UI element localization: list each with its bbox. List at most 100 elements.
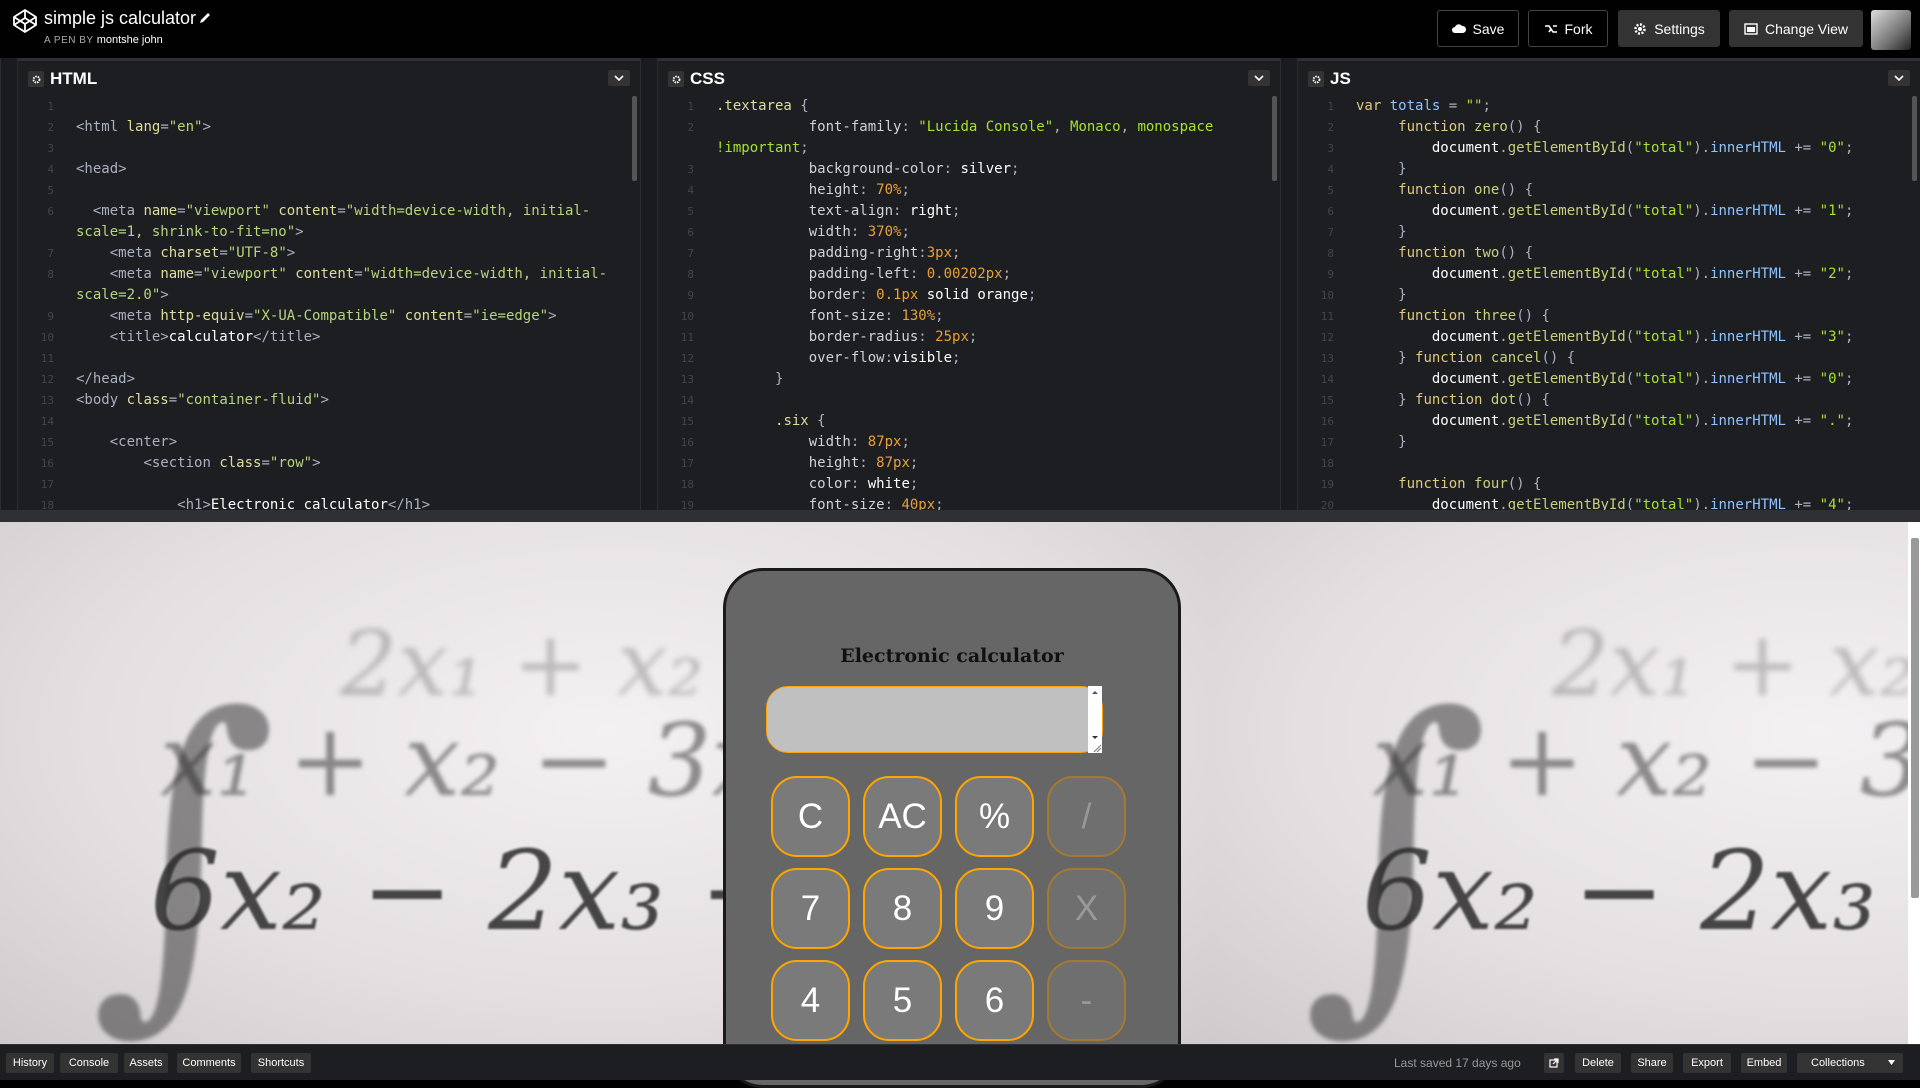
js-code-line[interactable]: 12 document.getElementById("total").inne… [1298, 327, 1920, 348]
code-text[interactable]: function zero() { [1356, 117, 1541, 138]
code-text[interactable]: <title>calculator</title> [76, 327, 321, 348]
css-code-line[interactable]: 12 over-flow:visible; [658, 348, 1280, 369]
css-code-line[interactable]: 14 [658, 390, 1280, 411]
code-text[interactable]: <head> [76, 159, 127, 180]
css-code-line[interactable]: 18 color: white; [658, 474, 1280, 495]
css-settings-icon[interactable] [668, 71, 684, 87]
code-text[interactable]: } [1356, 222, 1406, 243]
js-code-line[interactable]: 5 function one() { [1298, 180, 1920, 201]
delete-button[interactable]: Delete [1575, 1053, 1621, 1073]
html-code-line[interactable]: 7 <meta charset="UTF-8"> [18, 243, 640, 264]
html-code-line[interactable]: 9 <meta http-equiv="X-UA-Compatible" con… [18, 306, 640, 327]
code-text[interactable]: <body class="container-fluid"> [76, 390, 329, 411]
fork-button[interactable]: Fork [1528, 10, 1608, 47]
code-text[interactable]: font-family: "Lucida Console", Monaco, m… [716, 117, 1214, 138]
code-text[interactable]: width: 370%; [716, 222, 910, 243]
js-code-line[interactable]: 20 document.getElementById("total").inne… [1298, 495, 1920, 510]
author-link[interactable]: montshe john [97, 34, 163, 46]
html-code-line[interactable]: 5 [18, 180, 640, 201]
js-code-line[interactable]: 7 } [1298, 222, 1920, 243]
preview-scrollbar-thumb[interactable] [1911, 538, 1919, 898]
html-collapse-chevron-icon[interactable] [608, 70, 630, 86]
code-text[interactable]: <meta name="viewport" content="width=dev… [76, 264, 607, 285]
code-text[interactable]: document.getElementById("total").innerHT… [1356, 327, 1854, 348]
code-text[interactable]: border: 0.1px solid orange; [716, 285, 1037, 306]
html-code-line[interactable]: 4 <head> [18, 159, 640, 180]
preview-scrollbar[interactable] [1908, 522, 1920, 1044]
code-text[interactable]: border-radius: 25px; [716, 327, 978, 348]
html-code-line[interactable]: scale=1, shrink-to-fit=no"> [18, 222, 640, 243]
code-text[interactable]: .six { [716, 411, 826, 432]
html-code-line[interactable]: 13 <body class="container-fluid"> [18, 390, 640, 411]
js-code-line[interactable]: 17 } [1298, 432, 1920, 453]
html-settings-icon[interactable] [28, 71, 44, 87]
open-external-icon[interactable] [1544, 1053, 1564, 1073]
editor-resizer-html-css[interactable] [640, 58, 658, 510]
js-code-line[interactable]: 16 document.getElementById("total").inne… [1298, 411, 1920, 432]
code-text[interactable]: height: 87px; [716, 453, 919, 474]
code-text[interactable]: font-size: 40px; [716, 495, 944, 510]
html-code-line[interactable]: 14 [18, 411, 640, 432]
css-code-line[interactable]: 2 font-family: "Lucida Console", Monaco,… [658, 117, 1280, 138]
save-button[interactable]: Save [1437, 10, 1519, 47]
digit-5-button[interactable]: 5 [863, 960, 942, 1041]
js-code-line[interactable]: 15 } function dot() { [1298, 390, 1920, 411]
css-code-line[interactable]: 19 font-size: 40px; [658, 495, 1280, 510]
code-text[interactable]: <html lang="en"> [76, 117, 211, 138]
css-code-line[interactable]: 10 font-size: 130%; [658, 306, 1280, 327]
js-code-line[interactable]: 4 } [1298, 159, 1920, 180]
editor-resizer-left[interactable] [0, 58, 18, 510]
css-code-line[interactable]: 16 width: 87px; [658, 432, 1280, 453]
digit-6-button[interactable]: 6 [955, 960, 1034, 1041]
html-editor[interactable]: HTML 1 2 <html lang="en"> 3 4 <head> 5 6 <meta … [18, 58, 640, 510]
all-clear-button[interactable]: AC [863, 776, 942, 857]
code-text[interactable]: } [1356, 432, 1406, 453]
code-text[interactable]: <meta charset="UTF-8"> [76, 243, 296, 264]
code-text[interactable]: font-size: 130%; [716, 306, 944, 327]
html-code-line[interactable]: 12 </head> [18, 369, 640, 390]
html-code-line[interactable]: 18 <h1>Electronic calculator</h1> [18, 495, 640, 510]
css-code-line[interactable]: 7 padding-right:3px; [658, 243, 1280, 264]
divide-button[interactable]: / [1047, 776, 1126, 857]
code-text[interactable]: padding-right:3px; [716, 243, 961, 264]
js-code-line[interactable]: 1 var totals = ""; [1298, 96, 1920, 117]
editor-resizer-css-js[interactable] [1280, 58, 1298, 510]
code-text[interactable]: background-color: silver; [716, 159, 1020, 180]
css-code-line[interactable]: 6 width: 370%; [658, 222, 1280, 243]
shortcuts-button[interactable]: Shortcuts [251, 1053, 311, 1073]
code-text[interactable]: document.getElementById("total").innerHT… [1356, 369, 1854, 390]
collections-dropdown[interactable]: Collections [1797, 1053, 1903, 1073]
code-text[interactable]: padding-left: 0.00202px; [716, 264, 1011, 285]
css-code-line[interactable]: !important; [658, 138, 1280, 159]
code-text[interactable]: } function cancel() { [1356, 348, 1575, 369]
code-text[interactable]: height: 70%; [716, 180, 910, 201]
css-editor-scrollbar[interactable] [1272, 96, 1277, 181]
js-code-line[interactable]: 2 function zero() { [1298, 117, 1920, 138]
clear-button[interactable]: C [771, 776, 850, 857]
embed-button[interactable]: Embed [1741, 1053, 1787, 1073]
code-text[interactable]: document.getElementById("total").innerHT… [1356, 201, 1854, 222]
css-code-line[interactable]: 3 background-color: silver; [658, 159, 1280, 180]
comments-button[interactable]: Comments [177, 1053, 241, 1073]
css-collapse-chevron-icon[interactable] [1248, 70, 1270, 86]
html-code-line[interactable]: 15 <center> [18, 432, 640, 453]
html-code-line[interactable]: scale=2.0"> [18, 285, 640, 306]
code-text[interactable]: width: 87px; [716, 432, 910, 453]
code-text[interactable]: document.getElementById("total").innerHT… [1356, 495, 1854, 510]
css-code-line[interactable]: 4 height: 70%; [658, 180, 1280, 201]
html-code-line[interactable]: 16 <section class="row"> [18, 453, 640, 474]
html-code-line[interactable]: 1 [18, 96, 640, 117]
settings-button[interactable]: Settings [1618, 10, 1720, 47]
css-code-line[interactable]: 5 text-align: right; [658, 201, 1280, 222]
code-text[interactable]: <section class="row"> [76, 453, 320, 474]
code-text[interactable]: function two() { [1356, 243, 1533, 264]
digit-7-button[interactable]: 7 [771, 868, 850, 949]
js-code-line[interactable]: 14 document.getElementById("total").inne… [1298, 369, 1920, 390]
js-settings-icon[interactable] [1308, 71, 1324, 87]
html-code-area[interactable]: 1 2 <html lang="en"> 3 4 <head> 5 6 <meta name=… [18, 96, 640, 510]
subtract-button[interactable]: - [1047, 960, 1126, 1041]
css-code-line[interactable]: 15 .six { [658, 411, 1280, 432]
css-code-line[interactable]: 9 border: 0.1px solid orange; [658, 285, 1280, 306]
assets-button[interactable]: Assets [124, 1053, 168, 1073]
export-button[interactable]: Export [1683, 1053, 1731, 1073]
